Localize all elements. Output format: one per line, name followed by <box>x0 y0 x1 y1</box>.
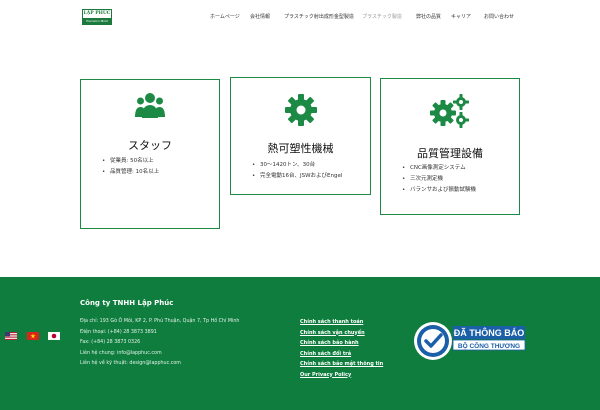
nav-item-career[interactable]: キャリア <box>451 13 471 21</box>
address-text: Địa chỉ: 193 Gò Ô Môi, KP 2, P. Phú Thuậ… <box>80 319 240 324</box>
badge-line1: ĐÃ THÔNG BÁO <box>454 327 525 338</box>
card-staff: スタッフ 従業員: 50名以上 品質管理: 10名以上 <box>80 79 220 229</box>
card-title: 品質管理設備 <box>417 147 483 160</box>
link-return-policy[interactable]: Chính sách đổi trả <box>300 349 383 360</box>
link-privacy-policy[interactable]: Our Privacy Policy <box>300 370 383 381</box>
tech-email-text: Liên hệ về kỹ thuật: design@lapphuc.com <box>80 361 181 366</box>
gears-icon <box>429 93 471 133</box>
policy-links: Chính sách thanh toán Chính sách vận chu… <box>300 317 383 380</box>
us-flag-icon[interactable] <box>5 325 17 340</box>
users-icon <box>135 90 165 124</box>
badge-line2: BỘ CÔNG THƯƠNG <box>458 341 520 350</box>
card-title: 熱可塑性機械 <box>267 142 334 155</box>
nav-item-home[interactable]: ホームページ <box>210 13 240 21</box>
nav-item-quality[interactable]: 弊社の品質 <box>416 13 441 21</box>
card-title: スタッフ <box>128 139 172 152</box>
list-item: 従業員: 50名以上 <box>102 156 159 167</box>
link-privacy-info-policy[interactable]: Chính sách bảo mật thông tin <box>300 359 383 370</box>
gear-icon <box>284 93 318 131</box>
nav-item-contact[interactable]: お問い合わせ <box>484 13 514 21</box>
nav-item-company[interactable]: 会社情報 <box>250 13 270 21</box>
list-item: 完全電動16台、JSWおよびEngel <box>252 171 342 182</box>
general-email-text: Liên hệ chung: info@lapphuc.com <box>80 350 162 356</box>
list-item: 30〜1420トン、30台 <box>252 160 342 171</box>
card-list: 従業員: 50名以上 品質管理: 10名以上 <box>102 156 159 178</box>
card-list: CNC画像測定システム 三次元測定機 バランサおよび振動試験機 <box>402 163 476 196</box>
phone-text: Điện thoại: (+84) 28 3873 3891 <box>80 329 157 335</box>
link-shipping-policy[interactable]: Chính sách vận chuyển <box>300 328 383 339</box>
list-item: バランサおよび振動試験機 <box>402 185 476 196</box>
vn-flag-icon[interactable] <box>27 325 39 340</box>
jp-flag-icon[interactable] <box>47 325 61 341</box>
contact-info: Địa chỉ: 193 Gò Ô Môi, KP 2, P. Phú Thuậ… <box>80 317 239 370</box>
link-warranty-policy[interactable]: Chính sách bảo hành <box>300 338 383 349</box>
nav-item-injection-mold[interactable]: プラスチック射出成形金型製造 <box>284 13 354 21</box>
card-qc-equipment: 品質管理設備 CNC画像測定システム 三次元測定機 バランサおよび振動試験機 <box>380 78 520 215</box>
main-nav: ホームページ 会社情報 プラスチック射出成形金型製造 プラスチック製造 弊社の品… <box>0 13 600 21</box>
card-list: 30〜1420トン、30台 完全電動16台、JSWおよびEngel <box>252 160 342 182</box>
nav-item-plastic-manufacturing[interactable]: プラスチック製造 <box>362 13 402 21</box>
list-item: CNC画像測定システム <box>402 163 476 174</box>
list-item: 三次元測定機 <box>402 174 476 185</box>
moit-registered-badge[interactable]: ĐÃ THÔNG BÁO BỘ CÔNG THƯƠNG <box>413 321 528 365</box>
site-header: LẬP PHÚC Precision Mold ホームページ 会社情報 プラスチ… <box>0 0 600 34</box>
fax-text: Fax: (+84) 28 3873 0326 <box>80 340 141 345</box>
card-machines: 熱可塑性機械 30〜1420トン、30台 完全電動16台、JSWおよびEngel <box>230 77 371 195</box>
link-payment-policy[interactable]: Chính sách thanh toán <box>300 317 383 328</box>
list-item: 品質管理: 10名以上 <box>102 167 159 178</box>
company-name: Công ty TNHH Lập Phúc <box>80 299 174 307</box>
site-footer: Công ty TNHH Lập Phúc Địa chỉ: 193 Gò Ô … <box>0 277 600 410</box>
